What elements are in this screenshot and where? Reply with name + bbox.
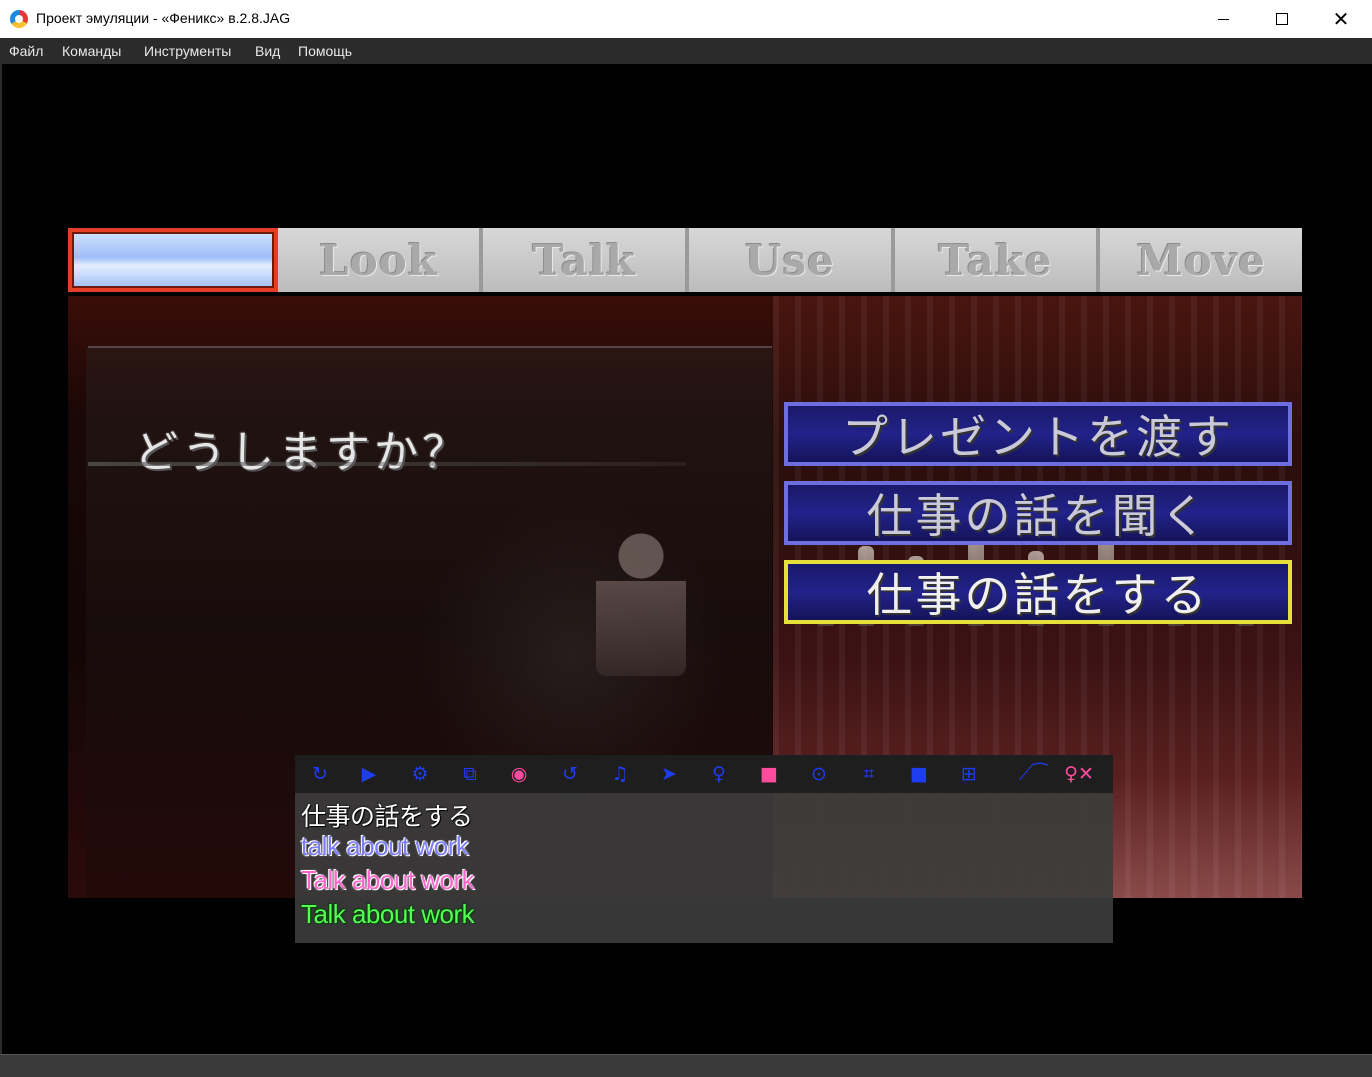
copy-icon[interactable]: ⧉ (459, 764, 481, 784)
translation-overlay: ↻ ▶ ⚙ ⧉ ◉ ↺ ♫ ➤ ♀ ■ ⊙ ⌗ ■ ⊞ ⟋⁀ ♀✕ 仕事の話をす… (295, 755, 1113, 943)
subtitle-translation-blue: talk about work (301, 831, 469, 861)
eye-icon[interactable]: ◉ (508, 764, 530, 784)
subtitle-translation-green: Talk about work (301, 899, 475, 929)
search-clear-icon[interactable]: ♀✕ (1061, 764, 1097, 784)
menu-commands[interactable]: Команды (62, 43, 121, 59)
graph-icon[interactable]: ⟋⁀ (1015, 764, 1051, 784)
refresh-icon[interactable]: ↻ (309, 764, 331, 784)
maximize-button[interactable] (1253, 0, 1311, 38)
choice-talk-about-work[interactable]: 仕事の話をする (784, 560, 1292, 624)
lightbulb-icon[interactable]: ♀ (708, 764, 730, 784)
bartender-figure (596, 526, 686, 676)
choice-give-present[interactable]: プレゼントを渡す (784, 402, 1292, 466)
cursor-icon[interactable]: ➤ (658, 764, 680, 784)
command-tab-move[interactable]: Move (1100, 228, 1303, 292)
undo-icon[interactable]: ↺ (559, 764, 581, 784)
play-icon[interactable]: ▶ (358, 764, 380, 784)
subtitle-translation-pink: Talk about work (301, 865, 475, 895)
status-bar (0, 1054, 1372, 1077)
command-tab-talk[interactable]: Talk (483, 228, 690, 292)
command-tab-use[interactable]: Use (689, 228, 895, 292)
square-icon[interactable]: ■ (908, 764, 930, 784)
lock-icon[interactable]: ■ (758, 764, 780, 784)
title-bar: Проект эмуляции - «Феникс» в.2.8.JAG ✕ (0, 0, 1372, 39)
command-tab-selected[interactable] (68, 228, 278, 292)
menu-file[interactable]: Файл (9, 43, 43, 59)
counter-edge (88, 346, 772, 348)
menu-tools[interactable]: Инструменты (144, 43, 231, 59)
minimize-icon (1217, 18, 1229, 20)
command-tab-take[interactable]: Take (894, 228, 1101, 292)
subtitle-original: 仕事の話をする (301, 802, 473, 831)
subtitle-panel: 仕事の話をする talk about work Talk about work … (295, 793, 1113, 943)
menu-bar: Файл Команды Инструменты Вид Помощь (0, 38, 1372, 64)
close-icon: ✕ (1332, 7, 1350, 31)
prompt-underline (88, 462, 686, 466)
window-edge (0, 64, 2, 1054)
command-tab-look[interactable]: Look (277, 228, 484, 292)
minimize-button[interactable] (1194, 0, 1252, 38)
crop-icon[interactable]: ⌗ (858, 764, 880, 784)
gear-icon[interactable]: ⚙ (409, 764, 431, 784)
music-icon[interactable]: ♫ (609, 764, 631, 784)
choice-ask-about-work[interactable]: 仕事の話を聞く (784, 481, 1292, 545)
window-title: Проект эмуляции - «Феникс» в.2.8.JAG (36, 10, 291, 26)
menu-help[interactable]: Помощь (298, 43, 352, 59)
gamepad-icon[interactable]: ⊙ (808, 764, 830, 784)
close-button[interactable]: ✕ (1312, 0, 1370, 38)
windows-icon[interactable]: ⊞ (958, 764, 980, 784)
menu-view[interactable]: Вид (255, 43, 280, 59)
command-bar: Look Talk Use Take Move (68, 226, 1303, 294)
overlay-toolbar: ↻ ▶ ⚙ ⧉ ◉ ↺ ♫ ➤ ♀ ■ ⊙ ⌗ ■ ⊞ ⟋⁀ ♀✕ (295, 755, 1113, 793)
app-icon (10, 10, 28, 28)
dialog-prompt: どうしますか？ (134, 427, 470, 478)
maximize-icon (1276, 13, 1288, 25)
